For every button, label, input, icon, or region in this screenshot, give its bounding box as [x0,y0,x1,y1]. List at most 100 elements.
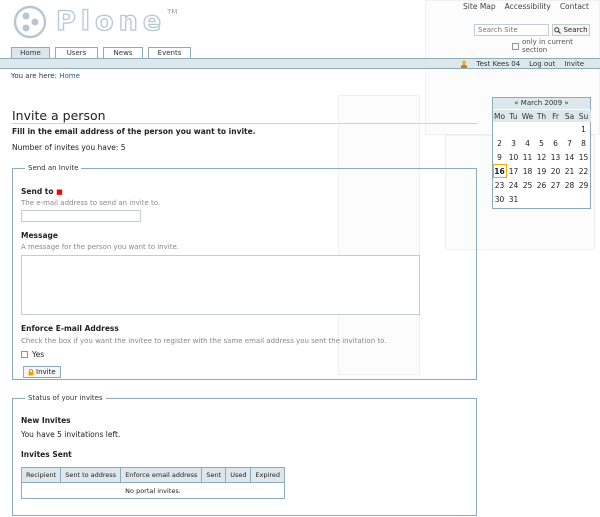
new-invites-heading: New Invites [21,416,71,425]
calendar-day[interactable]: 5 [535,136,549,150]
personal-actions: Test Kees 04 Log out Invite [460,60,584,68]
calendar-blank [535,122,549,136]
lock-icon [28,368,34,375]
invites-sent-heading: Invites Sent [21,450,72,459]
enforce-column-header: Enforce email address [120,467,203,483]
new-invites-text: You have 5 invitations left. [21,430,121,439]
sent-column-header: Sent [201,467,227,483]
enforce-email-yes-label: Yes [32,350,45,359]
tab-events[interactable]: Events [148,47,191,58]
invites-count: Number of invites you have: 5 [12,143,126,152]
table-row: No portal invites. [20,482,286,499]
calendar-day[interactable]: 31 [507,192,521,206]
calendar-weekday: Tu [506,110,521,122]
invite-link[interactable]: Invite [564,60,584,68]
calendar-day[interactable]: 26 [535,178,549,192]
invite-button-label: Invite [36,368,56,376]
calendar-today[interactable]: 16 [492,164,507,178]
breadcrumb-home-link[interactable]: Home [59,72,80,80]
calendar-day[interactable]: 24 [507,178,521,192]
sent-to-column-header: Sent to address [60,467,122,483]
calendar-day[interactable]: 2 [493,136,507,150]
site-map-link[interactable]: Site Map [463,2,496,11]
calendar-day[interactable]: 12 [535,150,549,164]
send-to-input[interactable] [21,210,141,222]
calendar-day[interactable]: 25 [521,178,535,192]
contact-link[interactable]: Contact [560,2,589,11]
enforce-email-option: Yes [21,350,44,359]
calendar-day[interactable]: 7 [563,136,577,150]
calendar-day[interactable]: 20 [549,164,563,178]
calendar-day[interactable]: 1 [577,122,591,136]
page-description: Fill in the email address of the person … [12,127,256,136]
calendar-day[interactable]: 23 [493,178,507,192]
calendar-day[interactable]: 22 [577,164,591,178]
accessibility-link[interactable]: Accessibility [505,2,551,11]
personal-bar: Test Kees 04 Log out Invite [0,59,600,69]
logo-trademark: TM [167,8,178,16]
expired-column-header: Expired [250,467,286,483]
calendar-day[interactable]: 21 [563,164,577,178]
tab-home[interactable]: Home [11,47,50,58]
calendar-day[interactable]: 17 [507,164,521,178]
recipient-column-header: Recipient [20,467,62,483]
search-button[interactable]: Search [552,24,590,36]
calendar-day[interactable]: 28 [563,178,577,192]
invite-status-fieldset: Status of your invites New Invites You h… [12,394,477,516]
title-divider [12,123,477,124]
calendar-day[interactable]: 14 [563,150,577,164]
calendar-day[interactable]: 19 [535,164,549,178]
breadcrumb-prefix: You are here: [11,72,57,80]
send-to-help: The e-mail address to send an invite to. [21,199,161,207]
send-to-label: Send to ■ [21,187,63,196]
calendar-day[interactable]: 15 [577,150,591,164]
calendar-day[interactable]: 30 [493,192,507,206]
enforce-email-label: Enforce E-mail Address [21,324,119,333]
calendar-day[interactable]: 18 [521,164,535,178]
search-scope-checkbox[interactable] [512,42,519,50]
calendar-day[interactable]: 9 [493,150,507,164]
invite-button[interactable]: Invite [23,366,61,378]
logo-text: Plone [55,6,167,37]
calendar-day[interactable]: 6 [549,136,563,150]
required-icon: ■ [56,188,63,196]
used-column-header: Used [225,467,252,483]
calendar-weekday: Su [576,110,591,122]
tab-news[interactable]: News [103,47,143,58]
tab-users[interactable]: Users [55,47,98,58]
calendar-blank [507,122,521,136]
logout-link[interactable]: Log out [529,60,555,68]
search-input[interactable] [474,24,549,36]
calendar-day[interactable]: 13 [549,150,563,164]
calendar-weekday: Sa [562,110,577,122]
calendar-day[interactable]: 10 [507,150,521,164]
search-icon [554,26,562,34]
message-textarea[interactable] [21,255,420,315]
search-box: Search [474,24,590,36]
plone-logo-icon [13,5,47,39]
message-help: A message for the person you want to inv… [21,243,179,251]
breadcrumb: You are here: Home [11,72,80,80]
calendar-day[interactable]: 3 [507,136,521,150]
calendar-weekday: Fr [548,110,563,122]
calendar-day[interactable]: 4 [521,136,535,150]
plone-logo[interactable]: Plone TM [10,5,177,39]
calendar-day[interactable]: 8 [577,136,591,150]
portal-tabs: Home Users News Events [11,47,191,58]
calendar-blank [563,122,577,136]
calendar-weekday: Th [534,110,549,122]
search-scope: only in current section [512,38,600,54]
user-icon [460,60,467,68]
calendar-weekday: Mo [492,110,507,122]
enforce-email-help: Check the box if you want the invitee to… [21,337,387,345]
page-title: Invite a person [12,108,106,123]
user-name-link[interactable]: Test Kees 04 [477,60,521,68]
calendar-blank [521,122,535,136]
send-invite-legend: Send an Invite [28,164,79,172]
message-label: Message [21,231,58,240]
enforce-email-checkbox[interactable] [21,351,28,358]
calendar-month-nav[interactable]: « March 2009 » [493,98,590,109]
calendar-day[interactable]: 27 [549,178,563,192]
calendar-day[interactable]: 11 [521,150,535,164]
calendar-day[interactable]: 29 [577,178,591,192]
